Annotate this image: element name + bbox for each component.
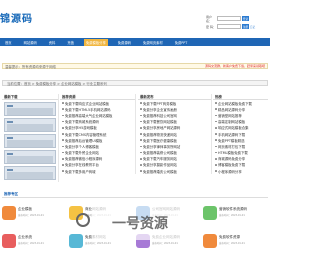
watermark: 一号资源 [92,206,188,240]
nav-item-recharge[interactable]: 充值 [65,39,76,46]
list-item[interactable]: 免费下载多用户商城 [60,168,135,174]
resource-card-desc: 发布时间：2023-01-01 [85,242,111,245]
resource-card[interactable]: 营销软件系统源码 发布时间：2023-01-01 [203,206,263,228]
column-hot-list: 热榜 企业网站模板免费下载 精品网站源码分享 营销型网站推荐 高端定制网站模板 … [213,94,268,174]
resource-card-icon [69,234,83,248]
column-latest-published: 最新发布 免费下载PPT商务模板 免费分享企业宣传画册 免费推荐科技公司官网 免… [138,94,212,175]
notice-right-link[interactable]: 源码交流群，新客户免费下载，赶紧来领取吧 [205,64,265,68]
resource-card-title: 营销软件系统源码 [219,207,247,211]
nav-item-materials[interactable]: 资料 [47,39,58,46]
nav-item-home[interactable]: 首页 [3,39,14,46]
nav-item-web-assets[interactable]: 免费网页素材 [141,39,165,46]
resource-card[interactable]: 免费软件资源 发布时间：2023-01-01 [203,234,263,256]
resource-card-desc: 发布时间：2023-01-01 [152,242,178,245]
resource-card-title: 企业系统 [18,235,32,239]
resource-card-icon [203,206,217,220]
resource-card[interactable]: 企业系统 发布时间：2023-01-01 [2,234,62,256]
notice-bar: 温馨提示：所有资源均来源于网络 源码交流群，新客户免费下载，赶紧来领取吧 [2,63,268,69]
list-item[interactable]: 小程序源码分享 [213,168,268,174]
forgot-password-link[interactable]: 忘记 [250,25,255,29]
resource-card-title: 企业模板 [18,207,32,211]
column-recommended: 推荐资源 免费下载响应式企业网站模板 免费下载HTML5手机网站源码 免费推荐高… [60,94,136,175]
resource-card-desc: 发布时间：2023-01-01 [18,242,44,245]
main-nav: 首页 网站源码 资料 充值 免费模板分享 免费源码 免费网页素材 免费PPT [0,38,270,46]
nav-item-free-source[interactable]: 免费源码 [116,39,133,46]
template-thumbnail[interactable] [4,118,56,132]
nav-item-templates[interactable]: 免费模板分享 [83,38,108,46]
breadcrumb: 当前位置：首页 > 免费模板分享 > 企业网站模板 > 行业主题系列 [2,80,268,86]
password-input[interactable] [217,24,241,29]
nav-item-source[interactable]: 网站源码 [22,39,39,46]
column-title: 最新下载 [2,94,58,100]
section-title: 推荐专区 [4,192,18,196]
template-thumbnail[interactable] [4,102,56,116]
username-input[interactable] [217,16,241,21]
column-latest-downloads: 最新下载 [2,94,59,182]
template-thumbnail[interactable] [4,166,56,180]
resource-card-icon [2,234,16,248]
resource-card-icon [2,206,16,220]
notice-left-text: 温馨提示：所有资源均来源于网络 [5,64,56,69]
nav-item-ppt[interactable]: 免费PPT [173,39,190,46]
list-item[interactable]: 免费推荐婚庆公司模板 [138,168,211,174]
resource-card[interactable]: 企业模板 发布时间：2023-01-01 [2,206,62,228]
site-logo[interactable]: 锦源码 [0,10,33,25]
resource-card-desc: 发布时间：2023-01-01 [219,242,245,245]
section-header: 推荐专区 [2,192,268,198]
template-thumbnail[interactable] [4,150,56,164]
login-button[interactable]: 登录 [242,16,249,21]
password-label: 密 码： [206,24,216,29]
login-panel: 用户名： 登录 密 码： 注册 忘记 [206,15,268,31]
template-thumbnail[interactable] [4,134,56,148]
resource-card-desc: 发布时间：2023-01-01 [219,214,245,217]
username-label: 用户名： [206,14,213,23]
resource-card-icon [203,234,217,248]
register-button[interactable]: 注册 [242,24,249,29]
resource-card-desc: 发布时间：2023-01-01 [18,214,44,217]
watermark-icon [76,213,90,227]
resource-card-title: 免费软件资源 [219,235,240,239]
